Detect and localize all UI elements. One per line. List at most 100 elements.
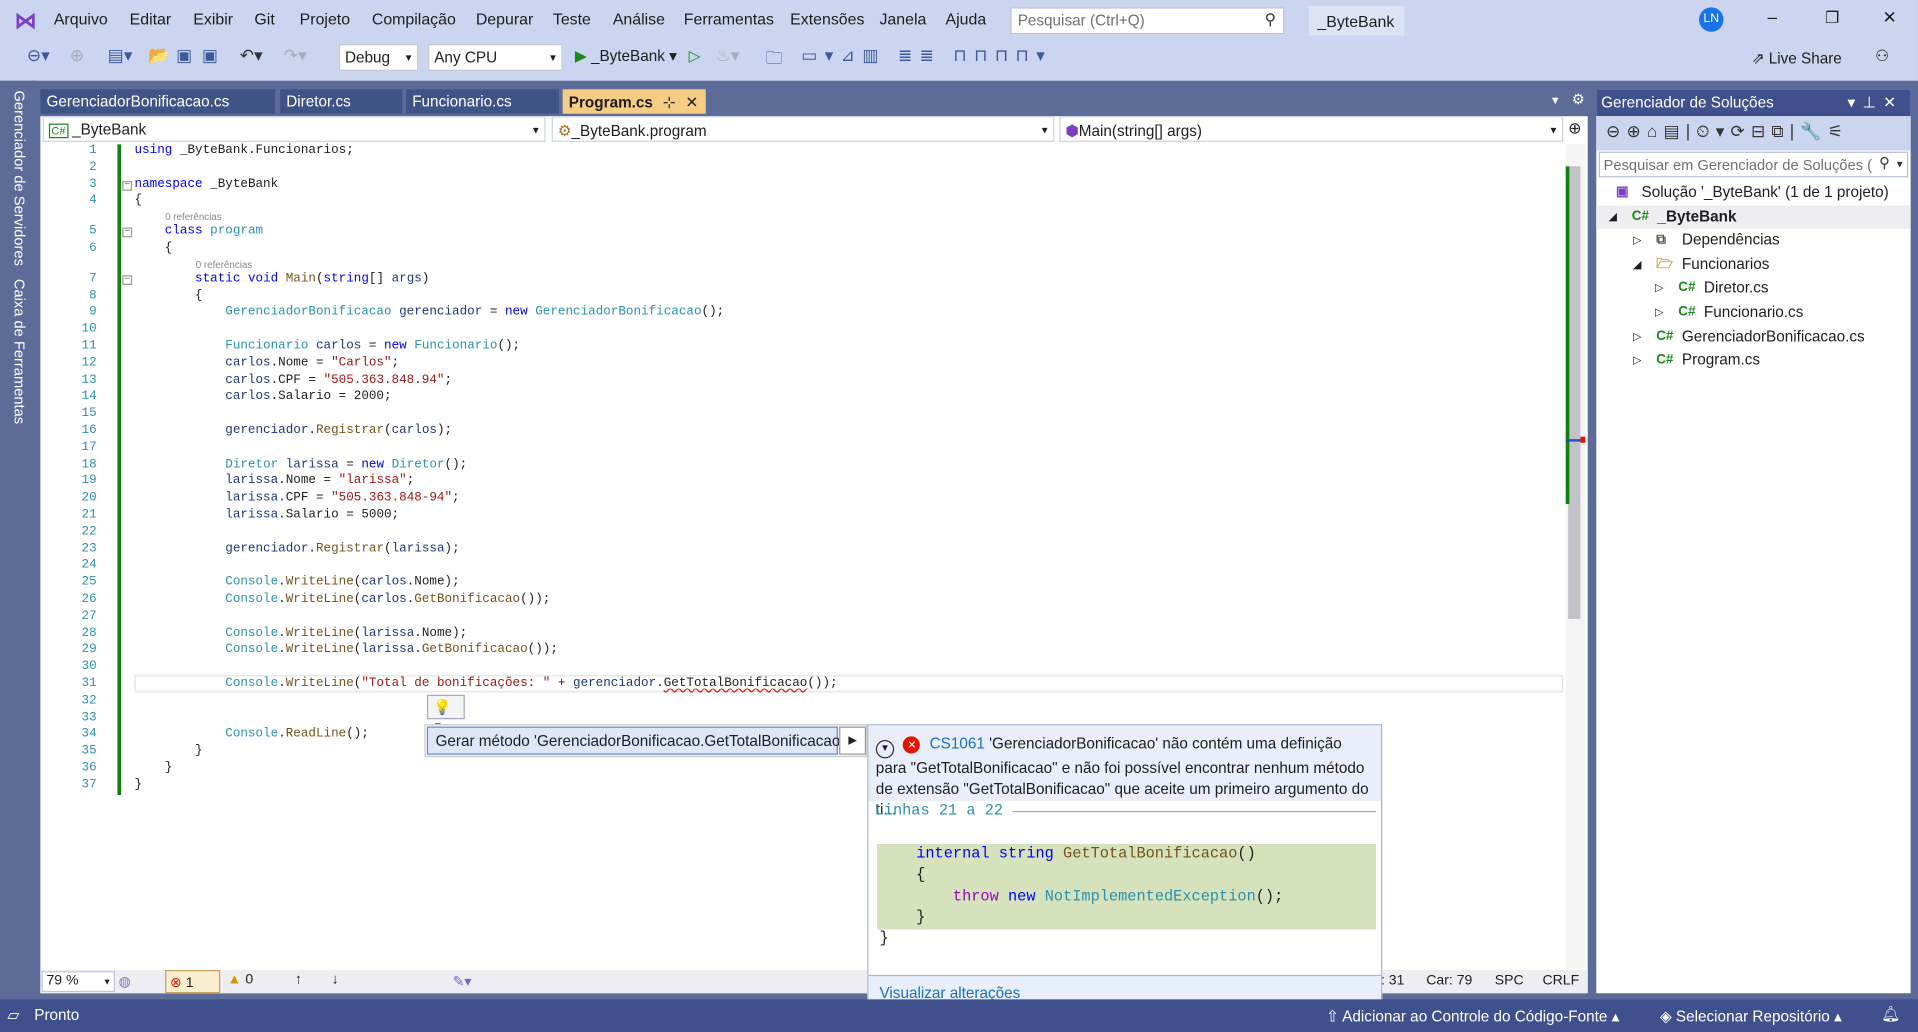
- tree-item[interactable]: ◢ C# _ByteBank: [1596, 205, 1911, 229]
- code-line[interactable]: 8 {: [40, 288, 1563, 305]
- redo-icon[interactable]: ↷▾: [284, 45, 307, 72]
- expander-icon[interactable]: ◢: [1609, 205, 1617, 229]
- next-issue-icon[interactable]: ↓: [331, 972, 338, 987]
- menu-10[interactable]: Extensões: [790, 10, 864, 28]
- code-line[interactable]: 16 gerenciador.Registrar(carlos);: [40, 423, 1563, 440]
- tab-diretor[interactable]: Diretor.cs: [280, 89, 403, 114]
- tree-item[interactable]: ▷ C# Program.cs: [1596, 349, 1910, 373]
- code-line[interactable]: 30: [40, 659, 1563, 676]
- code-line[interactable]: 17: [40, 440, 1563, 457]
- codelens-label[interactable]: 0 referências: [196, 258, 253, 271]
- toolbar-icons[interactable]: ▭▾⊿▥ ≣≣ ⊓⊓⊓⊓▾: [801, 45, 1052, 72]
- menu-5[interactable]: Compilação: [372, 10, 456, 28]
- tab-program[interactable]: Program.cs ⊹ ✕: [562, 89, 706, 114]
- code-line[interactable]: 31 Console.WriteLine("Total de bonificaç…: [40, 676, 1563, 693]
- code-line[interactable]: 20 larissa.CPF = "505.363.848-94";: [40, 491, 1563, 508]
- collapse-icon[interactable]: −: [122, 274, 133, 285]
- code-line[interactable]: 15: [40, 406, 1563, 423]
- search-input[interactable]: Pesquisar (Ctrl+Q) ⚲: [1010, 7, 1285, 35]
- tab-gerenciador[interactable]: GerenciadorBonificacao.cs: [40, 89, 276, 114]
- tree-item[interactable]: ▷ C# Funcionario.cs: [1596, 301, 1910, 325]
- code-line[interactable]: 32: [40, 693, 1563, 710]
- add-source-control-button[interactable]: ⇧ Adicionar ao Controle do Código-Fonte …: [1326, 1007, 1619, 1025]
- health-icon[interactable]: ◍: [119, 972, 131, 990]
- line-ending-indicator[interactable]: CRLF: [1542, 974, 1579, 989]
- code-line[interactable]: 12 carlos.Nome = "Carlos";: [40, 356, 1563, 373]
- code-line[interactable]: 23 gerenciador.Registrar(larissa);: [40, 541, 1563, 558]
- open-icon[interactable]: 📂: [148, 45, 169, 72]
- code-line[interactable]: 27: [40, 609, 1563, 626]
- tree-item[interactable]: ◢ 🗁 Funcionarios: [1596, 253, 1910, 277]
- menu-0[interactable]: Arquivo: [54, 10, 108, 28]
- minimize-button[interactable]: –: [1768, 7, 1778, 27]
- code-line[interactable]: 14 carlos.Salario = 2000;: [40, 389, 1563, 406]
- code-line[interactable]: 4{: [40, 194, 1563, 211]
- live-share-button[interactable]: ⇗ Live Share: [1752, 49, 1842, 76]
- column-indicator[interactable]: Car: 79: [1426, 974, 1472, 989]
- expander-icon[interactable]: ▷: [1655, 301, 1663, 325]
- class-nav-select[interactable]: ⚙_ByteBank.program ▼: [551, 116, 1055, 142]
- warning-count[interactable]: ▲ 0: [228, 972, 254, 987]
- tree-item[interactable]: ▷ C# Diretor.cs: [1596, 277, 1910, 301]
- collapse-icon[interactable]: −: [122, 180, 133, 191]
- tab-funcionario[interactable]: Funcionario.cs: [406, 89, 560, 114]
- line-indicator[interactable]: : 31: [1381, 974, 1404, 989]
- codelens-references[interactable]: 0 referências: [40, 211, 1563, 224]
- feedback-icon[interactable]: ⚇: [1875, 46, 1889, 73]
- code-line[interactable]: 26 Console.WriteLine(carlos.GetBonificac…: [40, 592, 1563, 609]
- code-line[interactable]: 25 Console.WriteLine(carlos.Nome);: [40, 575, 1563, 592]
- code-line[interactable]: 3 − namespace _ByteBank: [40, 177, 1563, 194]
- member-nav-select[interactable]: ⬢Main(string[] args) ▼: [1059, 116, 1564, 142]
- code-line[interactable]: 10: [40, 322, 1563, 339]
- split-editor-icon[interactable]: ⊕: [1568, 119, 1581, 139]
- code-line[interactable]: 2: [40, 160, 1563, 177]
- code-line[interactable]: 19 larissa.Nome = "larissa";: [40, 474, 1563, 491]
- code-line[interactable]: 1 using _ByteBank.Funcionarios;: [40, 143, 1563, 160]
- codelens-label[interactable]: 0 referências: [165, 211, 222, 224]
- code-line[interactable]: 5 − class program: [40, 224, 1563, 241]
- menu-7[interactable]: Teste: [553, 10, 591, 28]
- save-icon[interactable]: ▣: [176, 45, 192, 72]
- code-line[interactable]: 6 {: [40, 241, 1563, 258]
- hot-reload-icon[interactable]: ♨▾: [716, 45, 740, 72]
- expander-icon[interactable]: ▷: [1633, 349, 1641, 373]
- configuration-select[interactable]: Debug ▼: [338, 44, 419, 71]
- submenu-arrow-icon[interactable]: ▶: [839, 726, 867, 755]
- pin-icon[interactable]: ⊹: [663, 94, 676, 111]
- tree-item[interactable]: ▣ Solução '_ByteBank' (1 de 1 projeto): [1596, 181, 1910, 205]
- code-line[interactable]: 13 carlos.CPF = "505.363.848.94";: [40, 373, 1563, 390]
- codelens-references[interactable]: 0 referências: [40, 258, 1563, 271]
- tree-item[interactable]: ▷ C# GerenciadorBonificacao.cs: [1596, 325, 1910, 349]
- forward-icon[interactable]: ⊕: [70, 45, 84, 72]
- undo-icon[interactable]: ↶▾: [240, 45, 263, 72]
- save-all-icon[interactable]: ▣: [202, 45, 218, 72]
- restore-button[interactable]: ❐: [1825, 9, 1839, 29]
- whitespace-indicator[interactable]: SPC: [1495, 974, 1524, 989]
- new-project-icon[interactable]: ▤▾: [108, 45, 133, 72]
- tab-overflow-icon[interactable]: ▼: [1550, 94, 1561, 106]
- panel-controls[interactable]: ▾⊥✕: [1847, 93, 1903, 111]
- toolbox-tab[interactable]: Caixa de Ferramentas: [11, 279, 28, 424]
- menu-12[interactable]: Ajuda: [946, 10, 987, 28]
- code-line[interactable]: 11 Funcionario carlos = new Funcionario(…: [40, 339, 1563, 356]
- code-line[interactable]: 28 Console.WriteLine(larissa.Nome);: [40, 626, 1563, 643]
- platform-select[interactable]: Any CPU ▼: [428, 44, 563, 71]
- notifications-icon[interactable]: 🔔︎: [1881, 1005, 1900, 1023]
- start-debug-button[interactable]: ▶ _ByteBank ▾: [575, 46, 677, 73]
- menu-3[interactable]: Git: [254, 10, 274, 28]
- expander-icon[interactable]: ▷: [1655, 277, 1663, 301]
- code-line[interactable]: 7 − static void Main(string[] args): [40, 271, 1563, 288]
- error-count[interactable]: ⊗ 1: [165, 969, 221, 994]
- code-cleanup-icon[interactable]: ✎▾: [453, 972, 472, 990]
- menu-9[interactable]: Ferramentas: [684, 10, 774, 28]
- close-button[interactable]: ✕: [1883, 7, 1897, 28]
- menu-2[interactable]: Exibir: [193, 10, 233, 28]
- menu-4[interactable]: Projeto: [300, 10, 350, 28]
- select-repository-button[interactable]: ◈ Selecionar Repositório ▴: [1660, 1007, 1842, 1025]
- expand-icon[interactable]: ▼: [875, 740, 895, 759]
- code-line[interactable]: 18 Diretor larissa = new Diretor();: [40, 457, 1563, 474]
- expander-icon[interactable]: ▷: [1633, 229, 1641, 253]
- code-line[interactable]: 21 larissa.Salario = 5000;: [40, 508, 1563, 525]
- quick-actions-lightbulb[interactable]: 💡▼: [426, 694, 465, 731]
- vertical-scrollbar[interactable]: [1565, 144, 1586, 969]
